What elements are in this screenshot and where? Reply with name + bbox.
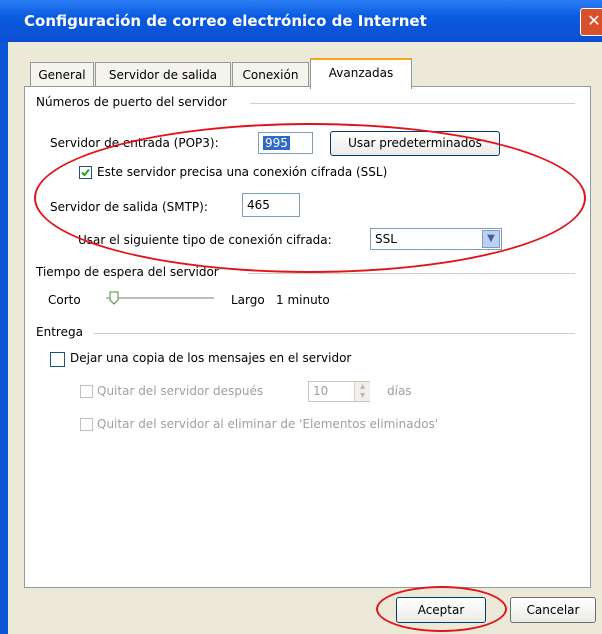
spinner-down-icon[interactable]: ▼ <box>355 391 370 400</box>
incoming-port-value: 995 <box>263 136 290 150</box>
timeout-value: 1 minuto <box>276 293 330 307</box>
timeout-long-label: Largo <box>231 293 265 307</box>
remove-after-days-value: 10 <box>313 384 329 398</box>
use-defaults-button[interactable]: Usar predeterminados <box>330 131 500 156</box>
delivery-group-divider <box>94 333 575 334</box>
window-border <box>0 42 8 634</box>
remove-on-delete-label: Quitar del servidor al eliminar de 'Elem… <box>97 417 439 431</box>
remove-on-delete-checkbox[interactable] <box>80 418 93 431</box>
incoming-port-input[interactable]: 995 <box>258 132 313 154</box>
slider-track <box>106 297 214 299</box>
ssl-checkbox[interactable] <box>79 166 92 179</box>
incoming-server-label: Servidor de entrada (POP3): <box>50 136 219 150</box>
tab-servidor-salida[interactable]: Servidor de salida <box>95 62 231 87</box>
checkmark-icon <box>81 168 90 177</box>
tab-panel <box>24 86 591 588</box>
ports-group-label: Números de puerto del servidor <box>36 95 227 109</box>
ports-group-divider <box>250 103 575 104</box>
window-title: Configuración de correo electrónico de I… <box>24 12 427 30</box>
ssl-checkbox-label: Este servidor precisa una conexión cifra… <box>97 165 388 179</box>
encryption-type-label: Usar el siguiente tipo de conexión cifra… <box>78 233 332 247</box>
encryption-type-value: SSL <box>375 232 397 246</box>
remove-after-label: Quitar del servidor después <box>97 384 264 398</box>
timeout-group-divider <box>248 273 575 274</box>
tab-avanzadas[interactable]: Avanzadas <box>310 58 412 89</box>
chevron-down-icon[interactable]: ▼ <box>482 230 500 248</box>
days-spinner[interactable]: ▲ ▼ <box>354 382 370 401</box>
outgoing-port-input[interactable]: 465 <box>242 193 300 217</box>
spinner-up-icon[interactable]: ▲ <box>355 382 370 391</box>
close-icon: ✕ <box>587 11 601 30</box>
close-button[interactable]: ✕ <box>580 8 602 36</box>
tab-general[interactable]: General <box>30 62 94 87</box>
outgoing-server-label: Servidor de salida (SMTP): <box>50 200 208 214</box>
cancel-button[interactable]: Cancelar <box>510 597 596 623</box>
slider-thumb[interactable] <box>109 291 119 305</box>
tab-conexion[interactable]: Conexión <box>232 62 309 87</box>
ok-button[interactable]: Aceptar <box>396 597 486 623</box>
timeout-short-label: Corto <box>48 293 81 307</box>
keep-copy-label: Dejar una copia de los mensajes en el se… <box>70 351 352 365</box>
delivery-group-label: Entrega <box>36 325 83 339</box>
days-label: días <box>387 384 412 398</box>
remove-after-checkbox[interactable] <box>80 385 93 398</box>
timeout-slider[interactable] <box>106 289 214 309</box>
keep-copy-checkbox[interactable] <box>50 352 65 367</box>
timeout-group-label: Tiempo de espera del servidor <box>36 265 219 279</box>
slider-thumb-icon <box>109 291 119 305</box>
